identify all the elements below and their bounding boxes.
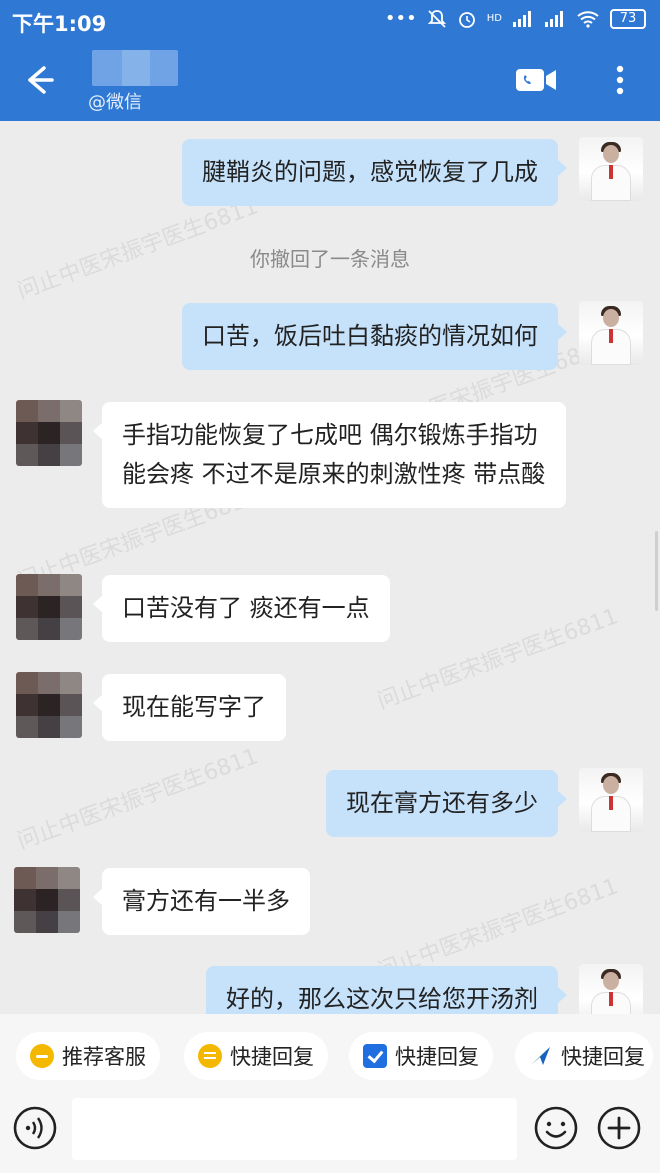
voice-input-icon[interactable] xyxy=(12,1105,58,1151)
send-arrow-icon xyxy=(532,1047,550,1065)
chat-header: @微信 xyxy=(0,40,660,121)
quick-reply-label: 快捷回复 xyxy=(230,1045,314,1069)
mute-bell-icon xyxy=(427,9,446,28)
doctor-avatar[interactable] xyxy=(579,137,643,201)
note-icon xyxy=(198,1044,222,1068)
patient-avatar[interactable] xyxy=(16,400,82,466)
checkbox-icon xyxy=(363,1044,387,1068)
quick-reply-button[interactable]: 快捷回复 xyxy=(349,1032,493,1080)
signal-icon xyxy=(513,10,531,27)
message-bubble-outgoing[interactable]: 好的，那么这次只给您开汤剂 xyxy=(206,966,567,1014)
signal-2-icon xyxy=(545,10,563,27)
message-bubble-incoming[interactable]: 手指功能恢复了七成吧 偶尔锻炼手指功能会疼 不过不是原来的刺激性疼 带点酸 xyxy=(93,402,566,508)
watermark: 问止中医宋振宇医生6811 xyxy=(374,604,622,715)
doctor-avatar[interactable] xyxy=(579,301,643,365)
emoji-icon[interactable] xyxy=(533,1105,579,1151)
status-bar: 下午1:09 ••• HD 73 xyxy=(0,0,660,40)
signal-hd-label: HD xyxy=(486,13,502,24)
quick-reply-label: 推荐客服 xyxy=(62,1045,146,1069)
quick-reply-label: 快捷回复 xyxy=(395,1045,479,1069)
patient-avatar[interactable] xyxy=(14,867,80,933)
message-bubble-outgoing[interactable]: 腱鞘炎的问题，感觉恢复了几成 xyxy=(182,139,567,206)
doctor-avatar[interactable] xyxy=(579,964,643,1014)
quick-reply-bar: 推荐客服 快捷回复 快捷回复 快捷回复 xyxy=(0,1014,660,1096)
patient-avatar[interactable] xyxy=(16,574,82,640)
input-bar xyxy=(0,1096,660,1173)
doctor-avatar[interactable] xyxy=(579,768,643,832)
wifi-icon xyxy=(577,10,599,28)
contact-source: @微信 xyxy=(88,92,142,113)
message-bubble-incoming[interactable]: 膏方还有一半多 xyxy=(93,868,310,935)
recall-notice: 你撤回了一条消息 xyxy=(250,247,410,271)
battery-icon: 73 xyxy=(610,8,646,29)
contact-name-redacted xyxy=(92,50,178,86)
message-bubble-incoming[interactable]: 现在能写字了 xyxy=(93,674,286,741)
status-icons: ••• HD 73 xyxy=(385,8,646,29)
video-call-icon[interactable] xyxy=(514,64,558,96)
plus-icon[interactable] xyxy=(596,1105,642,1151)
message-bubble-outgoing[interactable]: 口苦，饭后吐白黏痰的情况如何 xyxy=(182,303,567,370)
message-input[interactable] xyxy=(72,1098,517,1160)
quick-reply-button[interactable]: 快捷回复 xyxy=(515,1032,653,1080)
alarm-icon xyxy=(458,11,475,28)
quick-reply-label: 快捷回复 xyxy=(561,1045,645,1069)
chat-area[interactable]: 问止中医宋振宇医生6811 问止中医宋振宇医生6811 问止中医宋振宇医生681… xyxy=(0,121,660,1014)
back-arrow-icon[interactable] xyxy=(18,60,58,100)
message-bubble-outgoing[interactable]: 现在膏方还有多少 xyxy=(326,770,567,837)
message-bubble-incoming[interactable]: 口苦没有了 痰还有一点 xyxy=(93,575,390,642)
chat-scrollbar[interactable] xyxy=(655,531,658,611)
status-time: 下午1:09 xyxy=(12,12,107,36)
patient-avatar[interactable] xyxy=(16,672,82,738)
watermark: 问止中医宋振宇医生6811 xyxy=(14,744,262,855)
chat-bubble-icon xyxy=(30,1044,54,1068)
quick-reply-recommend-service[interactable]: 推荐客服 xyxy=(16,1032,160,1080)
quick-reply-button[interactable]: 快捷回复 xyxy=(184,1032,328,1080)
more-menu-icon[interactable] xyxy=(605,60,635,100)
more-notifications-icon: ••• xyxy=(384,8,417,29)
